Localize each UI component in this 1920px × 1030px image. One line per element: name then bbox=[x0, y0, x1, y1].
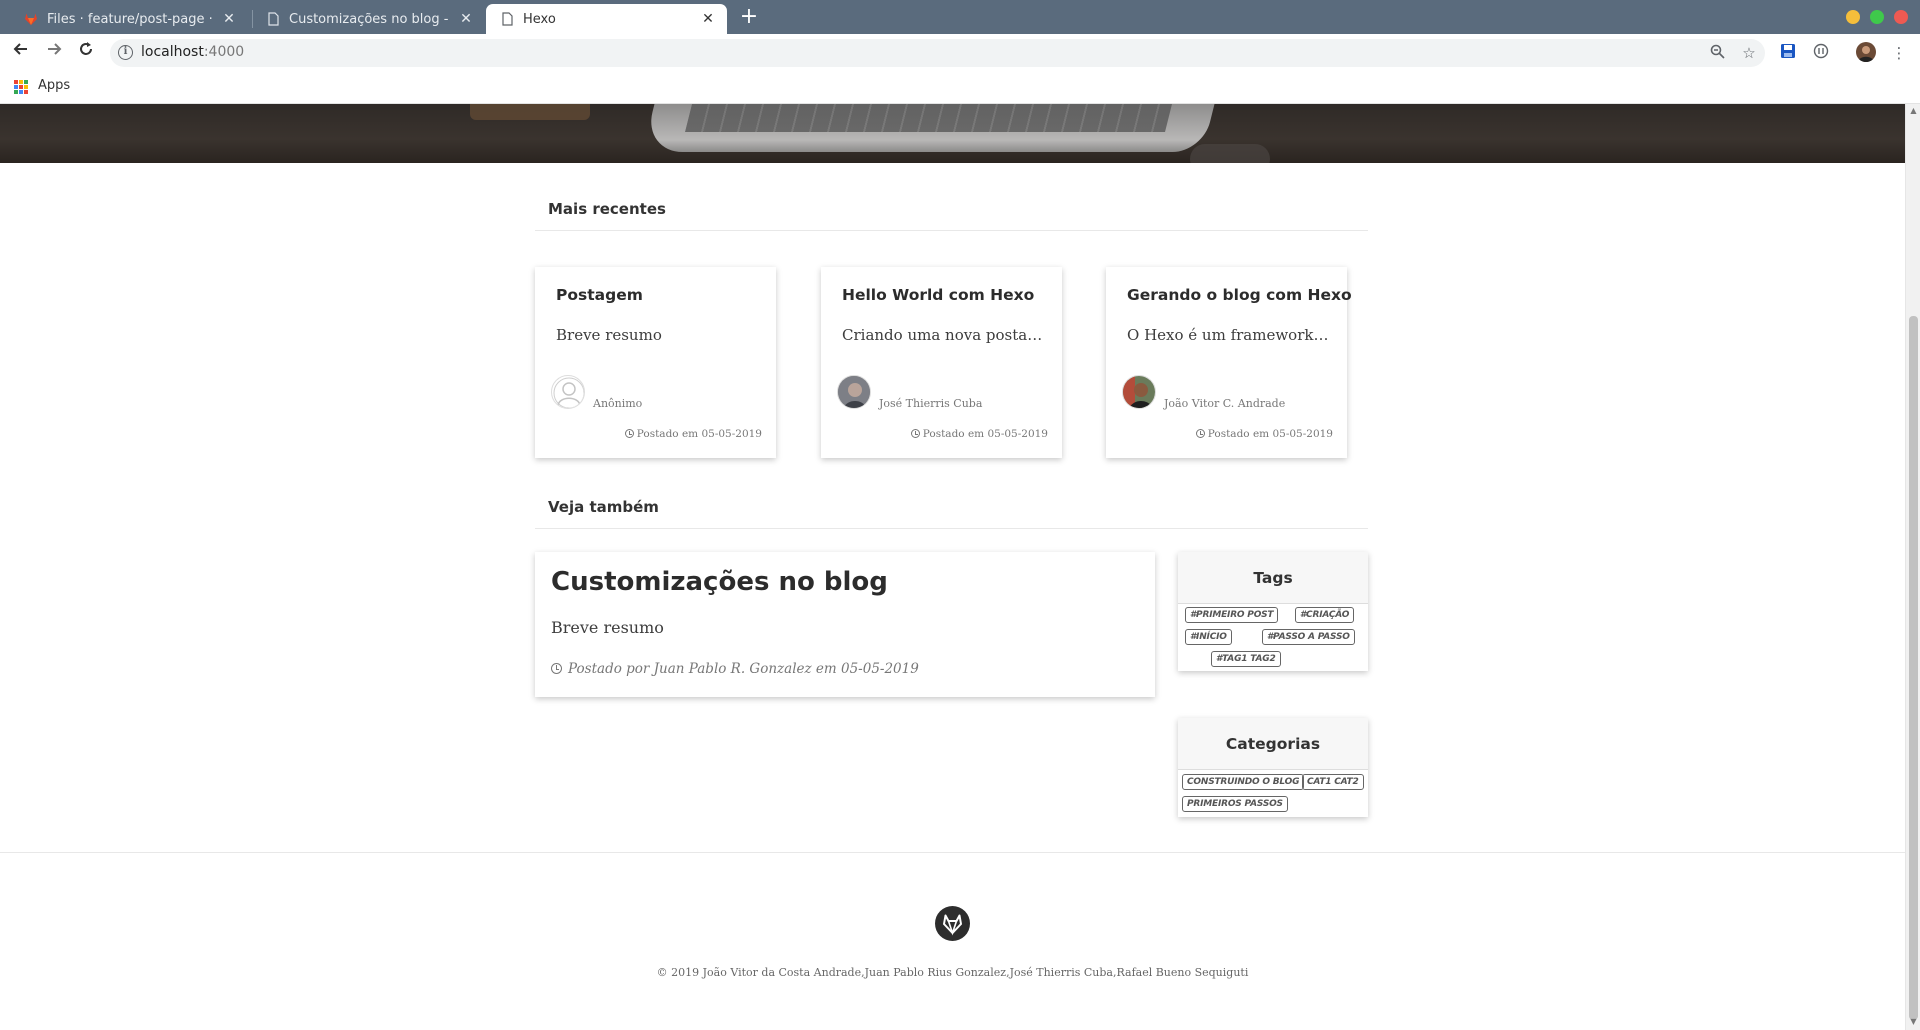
divider bbox=[535, 528, 1368, 529]
extension-icon[interactable] bbox=[1811, 43, 1831, 63]
tab-label: Customizações no blog - Hexo bbox=[289, 11, 451, 27]
gitlab-icon bbox=[24, 12, 38, 26]
see-also-heading: Veja também bbox=[548, 498, 659, 516]
tab-label: Hexo bbox=[523, 11, 556, 27]
categories-widget-title: Categorias bbox=[1178, 718, 1368, 770]
author-avatar bbox=[1122, 375, 1156, 409]
recent-heading: Mais recentes bbox=[548, 200, 666, 218]
post-card[interactable]: Postagem Breve resumo Anônimo Postado em… bbox=[535, 267, 776, 458]
save-extension-icon[interactable] bbox=[1778, 43, 1798, 63]
anonymous-avatar bbox=[551, 375, 585, 409]
post-card[interactable]: Hello World com Hexo Criando uma nova po… bbox=[821, 267, 1062, 458]
tag-chip[interactable]: #TAG1 TAG2 bbox=[1211, 651, 1281, 667]
url-text[interactable]: localhost:4000 bbox=[141, 44, 244, 60]
scroll-up-arrow-icon[interactable]: ▲ bbox=[1909, 107, 1918, 115]
featured-post-meta: Postado por Juan Pablo R. Gonzalez em 05… bbox=[551, 661, 919, 677]
close-icon[interactable]: ✕ bbox=[457, 10, 475, 28]
zoom-icon[interactable] bbox=[1708, 44, 1726, 62]
close-icon[interactable]: ✕ bbox=[220, 10, 238, 28]
tag-chip[interactable]: #PASSO A PASSO bbox=[1262, 629, 1355, 645]
bookmark-star-icon[interactable]: ☆ bbox=[1740, 44, 1758, 62]
bookmarks-bar: Apps bbox=[0, 70, 1920, 104]
apps-bookmark[interactable]: Apps bbox=[38, 78, 70, 93]
tags-widget-title: Tags bbox=[1178, 552, 1368, 604]
hero-mouse-decoration bbox=[1190, 144, 1270, 163]
hero-keyboard-decoration bbox=[685, 104, 1175, 132]
post-excerpt: Criando uma nova postagem bbox=[842, 326, 1047, 344]
tag-chip[interactable]: #INÍCIO bbox=[1185, 629, 1232, 645]
page-icon bbox=[266, 12, 280, 26]
author-avatar bbox=[837, 375, 871, 409]
scroll-down-arrow-icon[interactable]: ▼ bbox=[1909, 1018, 1918, 1026]
clock-icon bbox=[1195, 429, 1205, 438]
post-date: Postado em 05-05-2019 bbox=[1195, 428, 1333, 440]
hero-banner bbox=[0, 104, 1905, 163]
post-card[interactable]: Gerando o blog com Hexo O Hexo é um fram… bbox=[1106, 267, 1352, 458]
category-chip[interactable]: CAT1 CAT2 bbox=[1302, 774, 1364, 790]
post-excerpt: O Hexo é um framework de bbox=[1127, 326, 1332, 344]
page-viewport: Mais recentes Postagem Breve resumo Anôn… bbox=[0, 104, 1905, 1030]
footer-divider bbox=[0, 852, 1905, 853]
post-title[interactable]: Gerando o blog com Hexo bbox=[1127, 286, 1352, 304]
post-title[interactable]: Postagem bbox=[556, 286, 643, 304]
forward-arrow-icon bbox=[48, 43, 62, 55]
reload-icon bbox=[80, 42, 92, 55]
featured-post-title[interactable]: Customizações no blog bbox=[551, 567, 888, 597]
post-date: Postado em 05-05-2019 bbox=[624, 428, 762, 440]
category-chip[interactable]: CONSTRUINDO O BLOG bbox=[1182, 774, 1305, 790]
tab-label: Files · feature/post-page · Grupo 3 bbox=[47, 11, 214, 27]
hero-phone-decoration bbox=[470, 104, 590, 120]
clock-icon bbox=[551, 663, 562, 674]
featured-post-card[interactable]: Customizações no blog Breve resumo Posta… bbox=[535, 552, 1155, 697]
page-icon bbox=[500, 12, 514, 26]
minimize-button[interactable] bbox=[1846, 10, 1860, 24]
tags-widget: Tags #PRIMEIRO POST #CRIAÇÃO #INÍCIO #PA… bbox=[1178, 552, 1368, 671]
new-tab-button[interactable]: + bbox=[737, 6, 761, 30]
tag-chip[interactable]: #PRIMEIRO POST bbox=[1185, 607, 1279, 623]
address-bar[interactable]: i localhost:4000 ☆ bbox=[110, 39, 1765, 67]
clock-icon bbox=[624, 429, 634, 438]
featured-post-excerpt: Breve resumo bbox=[551, 618, 664, 637]
category-chip[interactable]: PRIMEIROS PASSOS bbox=[1182, 796, 1288, 812]
back-arrow-icon bbox=[13, 43, 27, 55]
close-icon[interactable]: ✕ bbox=[699, 10, 717, 28]
profile-avatar[interactable] bbox=[1856, 42, 1876, 62]
gitlab-logo-icon[interactable] bbox=[935, 906, 970, 941]
tab-customizacoes[interactable]: Customizações no blog - Hexo ✕ bbox=[252, 4, 485, 34]
scrollbar-thumb[interactable] bbox=[1909, 316, 1918, 1020]
clock-icon bbox=[910, 429, 920, 438]
page-scrollbar[interactable]: ▲ ▼ bbox=[1905, 104, 1920, 1030]
maximize-button[interactable] bbox=[1870, 10, 1884, 24]
categories-widget: Categorias CONSTRUINDO O BLOG CAT1 CAT2 … bbox=[1178, 718, 1368, 817]
menu-kebab-icon[interactable]: ⋮ bbox=[1889, 43, 1909, 63]
tag-chip[interactable]: #CRIAÇÃO bbox=[1295, 607, 1355, 623]
reload-button[interactable] bbox=[75, 41, 97, 63]
tab-gitlab-files[interactable]: Files · feature/post-page · Grupo 3 ✕ bbox=[10, 4, 248, 34]
post-excerpt: Breve resumo bbox=[556, 326, 662, 344]
tab-strip: Files · feature/post-page · Grupo 3 ✕ Cu… bbox=[0, 0, 1920, 34]
info-icon[interactable]: i bbox=[118, 45, 133, 60]
footer-copyright: © 2019 João Vitor da Costa Andrade,Juan … bbox=[656, 966, 1249, 979]
divider bbox=[535, 230, 1368, 231]
post-date: Postado em 05-05-2019 bbox=[910, 428, 1048, 440]
apps-grid-icon[interactable] bbox=[14, 80, 28, 94]
browser-toolbar: i localhost:4000 ☆ ⋮ bbox=[0, 34, 1920, 70]
close-window-button[interactable] bbox=[1894, 10, 1908, 24]
post-author: José Thierris Cuba bbox=[879, 397, 983, 410]
forward-button[interactable] bbox=[43, 41, 65, 63]
post-author: Anônimo bbox=[593, 397, 643, 410]
post-author: João Vitor C. Andrade bbox=[1164, 397, 1286, 410]
back-button[interactable] bbox=[10, 41, 32, 63]
post-title[interactable]: Hello World com Hexo bbox=[842, 286, 1034, 304]
tab-hexo[interactable]: Hexo ✕ bbox=[486, 4, 727, 34]
